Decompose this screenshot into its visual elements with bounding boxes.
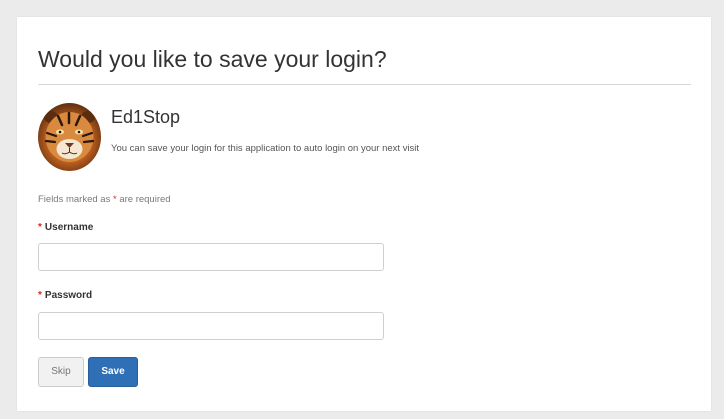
required-note-suffix: are required — [116, 194, 171, 205]
username-input[interactable] — [38, 243, 384, 271]
title-divider — [38, 84, 691, 85]
password-input[interactable] — [38, 312, 384, 340]
app-description: You can save your login for this applica… — [111, 143, 420, 154]
skip-button[interactable]: Skip — [38, 357, 84, 387]
required-fields-note: Fields marked as * are required — [38, 194, 171, 205]
save-login-dialog: Would you like to save your login? Ed1St… — [17, 17, 711, 411]
username-label-text: Username — [44, 222, 94, 233]
app-name: Ed1Stop — [111, 107, 181, 127]
required-star: * — [38, 290, 42, 301]
required-star: * — [38, 222, 42, 233]
save-button[interactable]: Save — [88, 357, 138, 387]
username-label: * Username — [38, 222, 93, 233]
password-label: * Password — [38, 290, 92, 301]
password-label-text: Password — [44, 290, 93, 301]
tiger-avatar-icon — [38, 103, 101, 171]
required-note-prefix: Fields marked as — [38, 194, 113, 205]
dialog-title: Would you like to save your login? — [38, 46, 387, 72]
